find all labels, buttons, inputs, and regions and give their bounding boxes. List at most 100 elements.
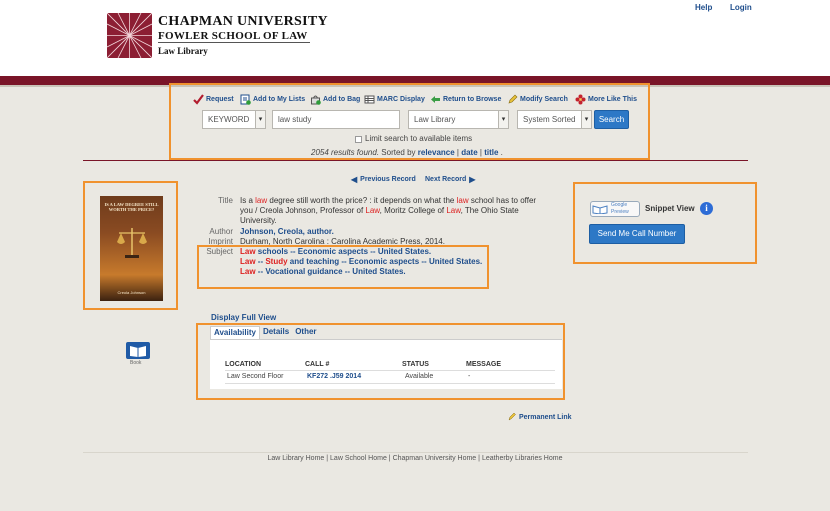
display-full-view-link[interactable]: Display Full View (211, 313, 276, 322)
subject-link-3[interactable]: Law -- Vocational guidance -- United Sta… (240, 267, 406, 276)
previous-record-label: Previous Record (360, 176, 416, 183)
title-highlight: Law (365, 206, 380, 215)
google-preview-label: Google Preview (611, 202, 629, 215)
chevron-down-icon: ▾ (581, 111, 591, 128)
tab-other[interactable]: Other (292, 326, 319, 339)
more-like-this-label: More Like This (588, 95, 638, 103)
sort-title-link[interactable]: title (484, 148, 498, 157)
holding-location: Law Second Floor (227, 373, 284, 380)
footer-links: Law Library Home | Law School Home | Cha… (0, 455, 830, 462)
results-count: 2054 results found. (311, 148, 380, 157)
bag-icon (310, 94, 321, 105)
logo-divider (158, 42, 310, 43)
subject-highlight-term: Law (240, 257, 256, 266)
subject-highlight-term: Law (240, 247, 256, 256)
limit-available-label: Limit search to available items (365, 134, 473, 143)
add-to-bag-label: Add to Bag (323, 95, 361, 103)
results-summary: 2054 results found. Sorted by relevance … (311, 148, 503, 157)
marc-display-label: MARC Display (377, 95, 425, 103)
footer-link-chapman[interactable]: Chapman University Home (393, 455, 477, 462)
column-call-number: CALL # (305, 361, 330, 368)
search-type-select[interactable]: KEYWORD ▾ (202, 110, 266, 129)
add-to-lists-label: Add to My Lists (253, 95, 306, 103)
search-button[interactable]: Search (594, 110, 629, 129)
school-name: FOWLER SCHOOL OF LAW (158, 30, 308, 42)
title-highlight: Law (446, 206, 461, 215)
tab-availability[interactable]: Availability (210, 326, 260, 339)
request-button[interactable]: Request (193, 93, 234, 105)
title-text: you / Creola Johnson, Professor of (240, 206, 366, 215)
next-record-label: Next Record (425, 176, 467, 183)
title-label: Title (218, 196, 233, 205)
sort-date-link[interactable]: date (461, 148, 477, 157)
modify-search-button[interactable]: Modify Search (507, 93, 568, 105)
add-to-bag-button[interactable]: Add to Bag (310, 93, 360, 105)
send-call-number-button[interactable]: Send Me Call Number (589, 224, 685, 244)
author-label: Author (209, 227, 233, 236)
search-type-value: KEYWORD (208, 115, 250, 124)
author-link[interactable]: Johnson, Creola, author. (240, 227, 334, 237)
book-format-label: Book (130, 360, 142, 366)
tab-details[interactable]: Details (260, 326, 292, 339)
next-record-link[interactable]: Next Record ▶ (425, 175, 475, 184)
limit-available-checkbox[interactable] (355, 136, 362, 143)
subject-text: and teaching -- Economic aspects -- Unit… (287, 257, 483, 266)
sort-value: System Sorted (523, 115, 576, 124)
modify-search-label: Modify Search (520, 95, 568, 103)
subject-text: -- Vocational guidance -- United States. (255, 267, 406, 276)
column-message: MESSAGE (466, 361, 502, 368)
pencil-icon (508, 412, 516, 423)
subject-link-2[interactable]: Law -- Study and teaching -- Economic as… (240, 257, 482, 266)
title-text: Is a (240, 196, 256, 205)
permanent-link[interactable]: Permanent Link (508, 412, 572, 423)
marc-display-button[interactable]: MARC Display (364, 93, 425, 105)
return-to-browse-button[interactable]: Return to Browse (430, 93, 501, 105)
chapman-logo[interactable] (107, 13, 152, 58)
flower-icon (575, 94, 586, 105)
book-preview-icon (592, 204, 608, 216)
checkmark-icon (193, 93, 204, 105)
footer-link-law-library[interactable]: Law Library Home (268, 455, 325, 462)
search-scope-select[interactable]: Law Library ▾ (408, 110, 509, 129)
title-highlight: law (255, 196, 268, 205)
record-title-line3: University. (240, 216, 277, 225)
title-text: school has to offer (468, 196, 537, 205)
sort-select[interactable]: System Sorted ▾ (517, 110, 592, 129)
login-link[interactable]: Login (730, 3, 752, 12)
table-row-rule (225, 383, 555, 384)
sort-relevance-link[interactable]: relevance (418, 148, 455, 157)
holding-message: - (468, 373, 471, 380)
subject-highlight-term: Study (265, 257, 288, 266)
subject-link-1[interactable]: Law schools -- Economic aspects -- Unite… (240, 247, 431, 256)
footer-link-law-school[interactable]: Law School Home (330, 455, 387, 462)
record-title-line2: you / Creola Johnson, Professor of Law, … (240, 206, 519, 216)
return-to-browse-label: Return to Browse (443, 95, 502, 103)
book-cover-image[interactable]: IS A LAW DEGREE STILL WORTH THE PRICE? C… (100, 196, 163, 301)
pencil-icon (507, 94, 518, 105)
table-header-rule (225, 370, 555, 371)
search-divider (83, 160, 748, 161)
record-title: Is a law degree still worth the price? :… (240, 196, 536, 206)
book-format-icon (126, 342, 150, 359)
subject-highlight-term: Law (240, 267, 256, 276)
holding-call-number-link[interactable]: KF272 .J59 2014 (307, 373, 361, 380)
availability-panel (210, 339, 562, 389)
add-to-lists-button[interactable]: Add to My Lists (240, 93, 305, 105)
footer-link-leatherby[interactable]: Leatherby Libraries Home (482, 455, 563, 462)
holding-status: Available (405, 373, 434, 380)
request-label: Request (206, 95, 234, 103)
snippet-view-label: Snippet View (645, 204, 695, 213)
scales-of-justice-icon (116, 226, 148, 262)
previous-record-link[interactable]: ◀ Previous Record (351, 175, 416, 184)
help-link[interactable]: Help (695, 3, 712, 12)
info-icon[interactable]: i (700, 202, 713, 215)
chevron-down-icon: ▾ (498, 111, 508, 128)
right-arrow-icon: ▶ (469, 175, 476, 184)
holdings-tabs: Availability Details Other (210, 326, 320, 339)
more-like-this-button[interactable]: More Like This (575, 93, 637, 105)
title-text: degree still worth the price? : it depen… (267, 196, 457, 205)
search-scope-value: Law Library (414, 115, 456, 124)
university-name: CHAPMAN UNIVERSITY (158, 14, 328, 29)
grid-icon (364, 94, 375, 105)
search-input[interactable]: law study (272, 110, 400, 129)
